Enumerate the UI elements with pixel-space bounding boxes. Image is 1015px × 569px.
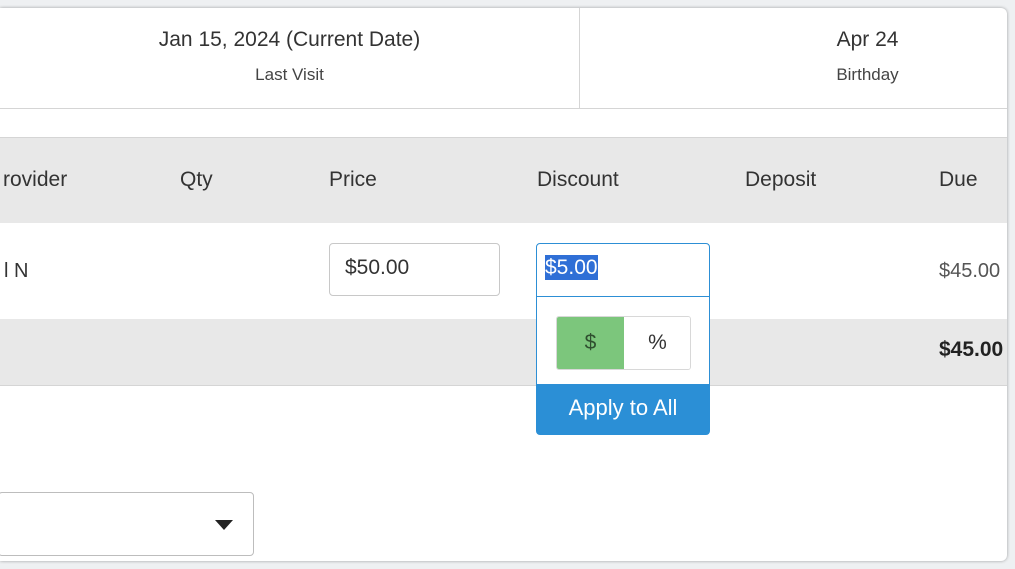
column-header-price: Price bbox=[329, 168, 377, 191]
column-header-due: Due bbox=[939, 168, 978, 191]
column-header-deposit: Deposit bbox=[745, 168, 817, 191]
client-info-bar: Jan 15, 2024 (Current Date) Last Visit A… bbox=[0, 8, 1007, 109]
column-header-discount: Discount bbox=[537, 168, 619, 191]
discount-type-panel: $ % bbox=[536, 297, 710, 385]
last-visit-date: Jan 15, 2024 (Current Date) bbox=[158, 28, 421, 51]
total-row: $45.00 bbox=[0, 319, 1007, 386]
column-header-provider: rovider bbox=[3, 168, 68, 191]
last-visit-cell: Jan 15, 2024 (Current Date) Last Visit bbox=[0, 8, 580, 108]
provider-cell: l N bbox=[4, 260, 29, 282]
discount-input[interactable]: $5.00 bbox=[536, 243, 710, 297]
discount-type-toggle: $ % bbox=[556, 316, 691, 370]
last-visit-label: Last Visit bbox=[255, 65, 324, 84]
table-header: rovider Qty Price Discount Deposit Due bbox=[0, 137, 1007, 224]
dropdown-select[interactable] bbox=[0, 492, 254, 556]
due-cell: $45.00 bbox=[939, 260, 1001, 282]
total-due: $45.00 bbox=[939, 338, 1004, 361]
percent-toggle-button[interactable]: % bbox=[624, 317, 690, 369]
birthday-label: Birthday bbox=[836, 65, 899, 84]
price-input[interactable]: $50.00 bbox=[329, 243, 500, 296]
birthday-date: Apr 24 bbox=[836, 28, 899, 51]
discount-type-popup: $ % Apply to All bbox=[536, 297, 710, 435]
chevron-down-icon bbox=[215, 520, 233, 530]
column-header-qty: Qty bbox=[180, 168, 213, 191]
discount-input-value: $5.00 bbox=[545, 255, 598, 280]
apply-to-all-button[interactable]: Apply to All bbox=[536, 385, 710, 435]
table-row: l N $50.00 $5.00 $45.00 bbox=[0, 223, 1007, 319]
dollar-toggle-button[interactable]: $ bbox=[557, 317, 624, 369]
checkout-card: Jan 15, 2024 (Current Date) Last Visit A… bbox=[0, 8, 1007, 561]
birthday-cell: Apr 24 Birthday bbox=[580, 8, 1007, 108]
